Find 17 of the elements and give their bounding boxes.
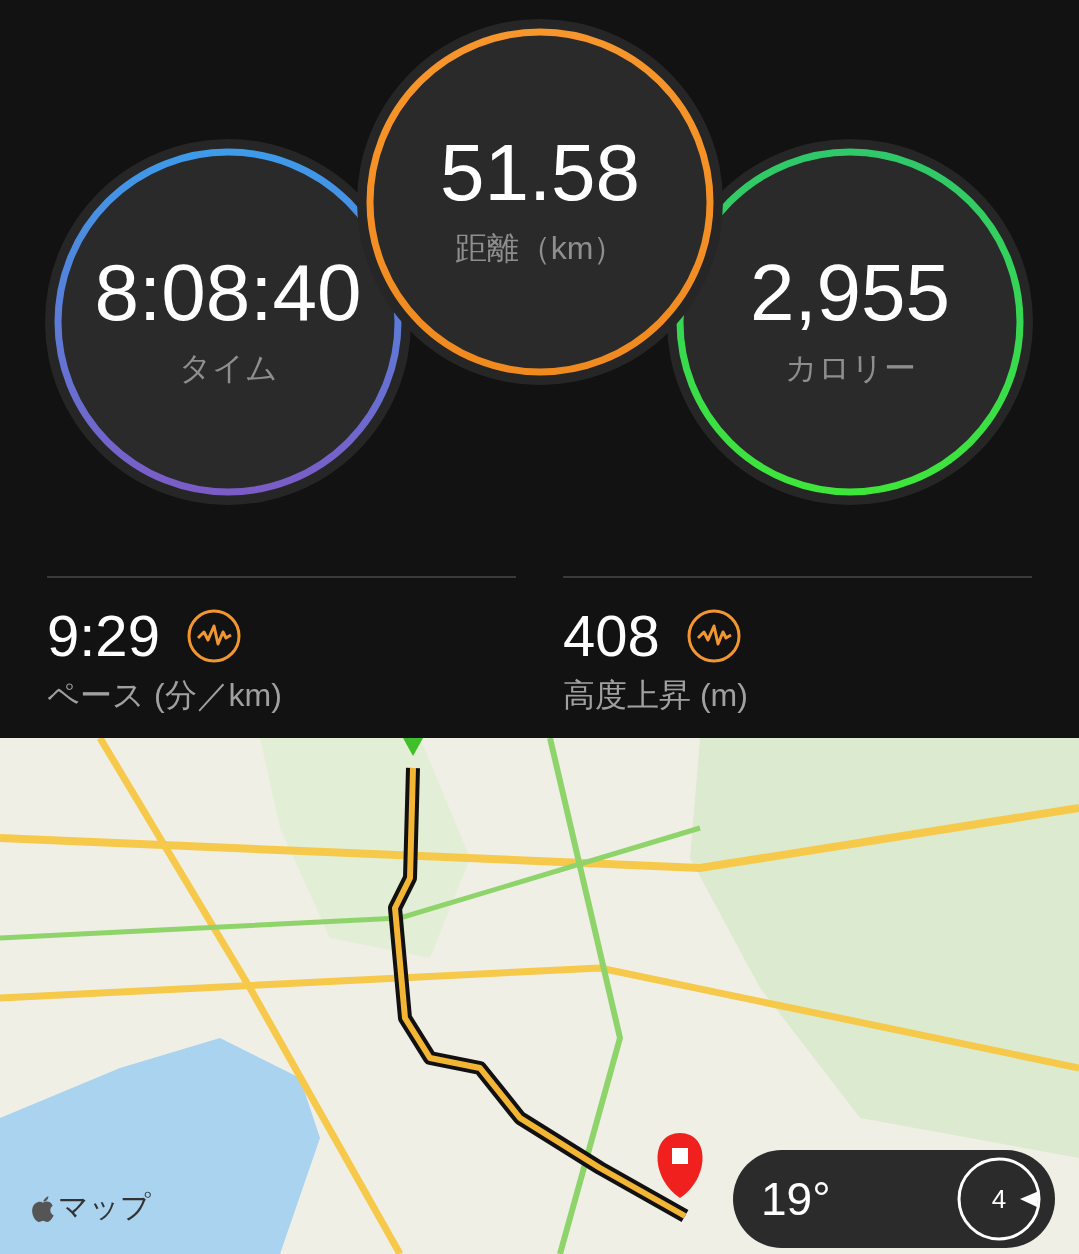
- metric-value: 8:08:40: [94, 253, 362, 333]
- stat-value: 408: [563, 604, 660, 668]
- weather-pill[interactable]: 19° 4: [733, 1150, 1055, 1248]
- map-attribution: マップ: [58, 1189, 151, 1225]
- stat-value: 9:29: [47, 604, 160, 668]
- stat-label: ペース (分／km): [47, 675, 283, 715]
- stat-label: 高度上昇 (m): [563, 675, 749, 715]
- index-value: 4: [991, 1183, 1007, 1215]
- heartbeat-icon[interactable]: [185, 607, 242, 664]
- heartbeat-icon[interactable]: [685, 607, 742, 664]
- metric-value: 2,955: [749, 253, 951, 333]
- metric-label: タイム: [178, 349, 278, 388]
- dial-icon: [957, 1157, 1041, 1241]
- temperature: 19°: [761, 1172, 831, 1226]
- metric-label: カロリー: [784, 349, 916, 388]
- metric-label: 距離（km）: [454, 229, 626, 268]
- metric-value: 51.58: [439, 133, 641, 213]
